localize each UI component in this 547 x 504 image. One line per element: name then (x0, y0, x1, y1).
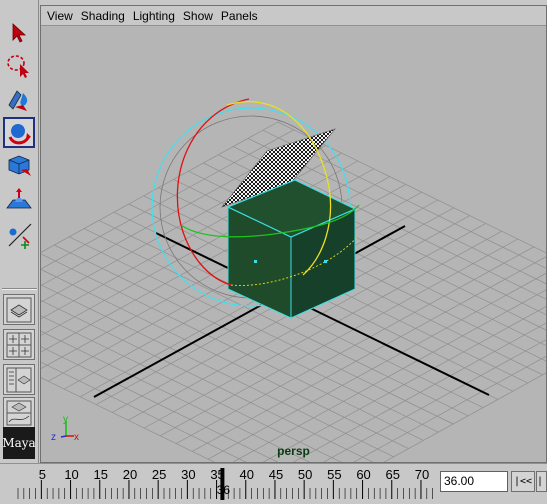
axis-z-label: z (51, 432, 56, 443)
lasso-tool-icon (7, 54, 29, 78)
soft-mod-tool-button[interactable] (3, 184, 35, 215)
time-slider-tick-label: 50 (297, 467, 313, 482)
step-back-button[interactable]: |< (536, 471, 547, 492)
time-slider-tick-label: 55 (327, 467, 342, 482)
viewport-3d[interactable]: y z x persp (41, 27, 546, 462)
time-slider-tick-label: 35 (210, 467, 225, 482)
toolbox: Maya (0, 0, 39, 463)
cube-component-marker (324, 260, 327, 263)
time-slider-tick-label: 70 (414, 467, 430, 482)
view-axis-indicator: y z x (51, 414, 79, 443)
single-pane-layout-button[interactable] (3, 294, 35, 325)
time-slider-tick-label: 10 (64, 467, 79, 482)
time-slider-tick-label: 5 (38, 467, 46, 482)
persp-view-panel: View Shading Lighting Show Panels y z x … (40, 5, 547, 463)
menu-lighting[interactable]: Lighting (129, 6, 179, 26)
select-tool-icon (12, 22, 27, 43)
time-slider-tick-label: 15 (93, 467, 108, 482)
manipulator-tool-icon (8, 223, 32, 249)
panel-menubar: View Shading Lighting Show Panels (41, 6, 546, 26)
camera-name-label: persp (277, 444, 310, 458)
time-slider-tick-label: 45 (268, 467, 284, 482)
outliner-persp-layout-icon (6, 367, 32, 392)
time-slider-tick-label: 20 (122, 467, 138, 482)
viewport-canvas[interactable]: y z x (41, 27, 546, 462)
menu-shading[interactable]: Shading (77, 6, 129, 26)
soft-mod-tool-icon (6, 187, 32, 208)
go-to-start-button[interactable]: |<< (511, 471, 535, 492)
current-frame-field[interactable]: 36.00 (440, 471, 508, 492)
time-slider-tick-label: 30 (181, 467, 196, 482)
four-pane-layout-icon (6, 332, 32, 357)
persp-graph-layout-icon (6, 400, 32, 425)
grid-line (323, 339, 546, 462)
cube-component-marker (254, 260, 257, 263)
time-slider-tick-label: 25 (151, 467, 167, 482)
axis-y-label: y (63, 414, 68, 425)
four-pane-layout-button[interactable] (3, 329, 35, 360)
grid-line (41, 315, 342, 462)
outliner-persp-layout-button[interactable] (3, 364, 35, 395)
menu-panels[interactable]: Panels (217, 6, 262, 26)
time-slider[interactable]: 5 10 15 20 25 30 35 40 45 50 55 60 65 70 36 36.00 |<<… (0, 463, 547, 502)
paint-select-tool-icon (8, 89, 28, 111)
scale-tool-icon (8, 155, 31, 176)
manipulator-tool-button[interactable] (3, 219, 35, 250)
scale-tool-button[interactable] (3, 150, 35, 181)
time-slider-tick-label: 40 (239, 467, 254, 482)
grid-line (41, 361, 247, 462)
rotate-tool-icon (8, 123, 31, 144)
time-slider-tick-label: 60 (356, 467, 371, 482)
paint-select-tool-button[interactable] (3, 83, 35, 114)
grid-line (383, 372, 546, 462)
select-tool-button[interactable] (3, 17, 35, 48)
single-pane-layout-icon (6, 297, 32, 322)
grid-line (41, 284, 394, 458)
menu-view[interactable]: View (43, 6, 77, 26)
axis-x-label: x (74, 432, 79, 443)
time-slider-tick-label: 65 (385, 467, 400, 482)
current-frame-marker-label: 36 (216, 483, 231, 497)
lasso-tool-button[interactable] (3, 50, 35, 81)
persp-graph-layout-button[interactable] (3, 397, 35, 428)
maya-logo-text: Maya (2, 435, 36, 450)
toolbox-divider (2, 288, 37, 290)
menu-show[interactable]: Show (179, 6, 217, 26)
rotate-tool-button[interactable] (3, 117, 35, 148)
maya-logo: Maya (2, 427, 36, 459)
grid-line (41, 346, 279, 462)
grid-line (353, 355, 546, 462)
